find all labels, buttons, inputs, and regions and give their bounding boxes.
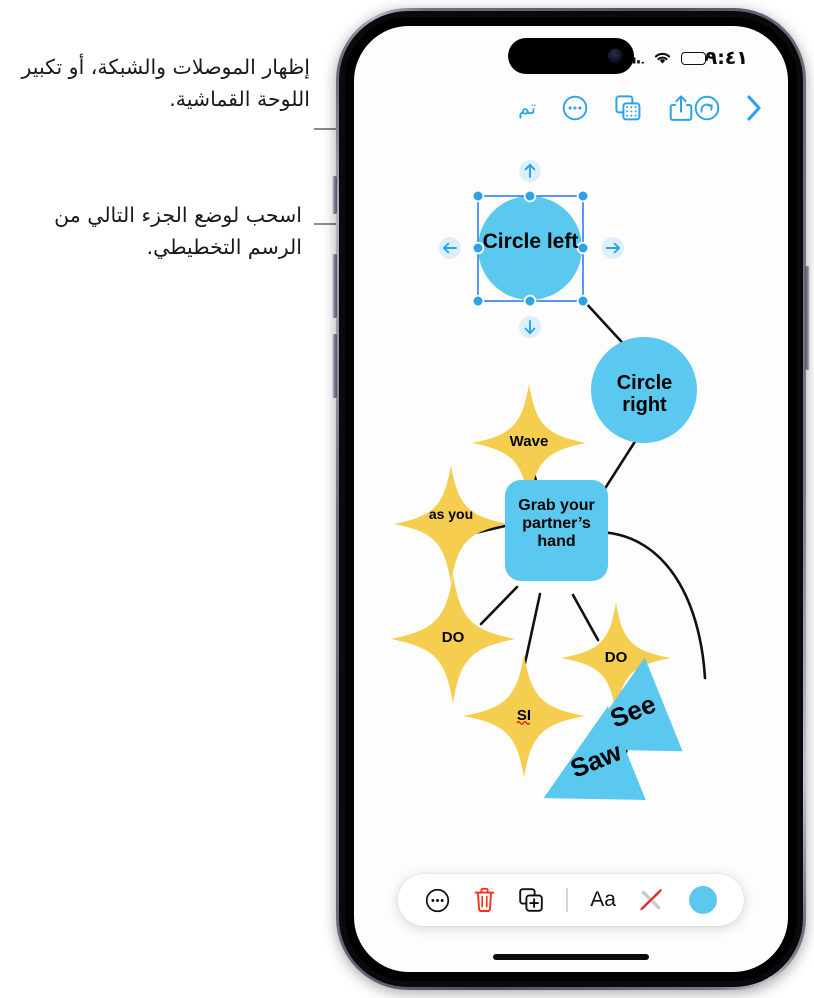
toolbar-left-group: تم xyxy=(518,94,694,122)
ellipsis-circle-icon xyxy=(562,95,588,121)
format-more-button[interactable] xyxy=(425,888,450,913)
iphone-device: ٩:٤١ تم Circle left Circle right Wave as… xyxy=(332,8,810,990)
shape-circle-left[interactable] xyxy=(478,196,582,300)
status-bar-clock: ٩:٤١ xyxy=(705,47,748,69)
nudge-button-down[interactable] xyxy=(519,316,541,338)
freeform-canvas[interactable]: Circle left Circle right Wave as you Gra… xyxy=(354,132,788,972)
nudge-button-right[interactable] xyxy=(602,237,624,259)
handle-top-right xyxy=(576,189,590,203)
chevron-right-icon xyxy=(747,95,761,121)
shape-circle-right[interactable] xyxy=(591,337,697,443)
wifi-icon xyxy=(654,52,670,64)
more-button[interactable] xyxy=(562,95,588,121)
color-swatch xyxy=(688,886,717,914)
shape-star-as-you[interactable] xyxy=(394,465,508,583)
annotation-layer: إظهار الموصلات والشبكة، أو تكبير اللوحة … xyxy=(0,0,491,998)
share-icon xyxy=(669,95,693,121)
redo-icon xyxy=(694,95,720,121)
handle-middle-right xyxy=(576,241,590,255)
trash-icon xyxy=(474,887,494,912)
diagram-svg xyxy=(391,160,707,800)
canvas-grid-button[interactable] xyxy=(614,94,642,122)
duplicate-button[interactable] xyxy=(518,887,544,913)
shape-star-do-left[interactable] xyxy=(391,574,515,704)
toolbar-divider xyxy=(566,888,568,912)
volume-up-button[interactable] xyxy=(332,254,337,318)
pen-strikethrough-icon xyxy=(640,889,663,911)
text-style-button[interactable]: Aa xyxy=(590,888,616,912)
power-button[interactable] xyxy=(805,266,810,370)
nudge-button-left[interactable] xyxy=(439,237,461,259)
forward-button[interactable] xyxy=(744,93,764,123)
duplicate-icon xyxy=(519,888,543,912)
app-toolbar: تم xyxy=(354,84,788,132)
shape-rect-grab[interactable] xyxy=(505,480,608,581)
action-button[interactable] xyxy=(332,176,337,214)
toolbar-right-group xyxy=(694,93,764,123)
callout-text-grid: إظهار الموصلات والشبكة، أو تكبير اللوحة … xyxy=(21,55,310,111)
front-camera-icon xyxy=(608,48,623,64)
callout-text-drag: اسحب لوضع الجزء التالي من الرسم التخطيطي… xyxy=(54,203,302,259)
handle-bottom-right xyxy=(576,294,590,308)
ellipsis-circle-icon xyxy=(426,888,450,912)
delete-button[interactable] xyxy=(473,887,496,913)
connector-doleft-grab xyxy=(479,585,519,626)
handle-bottom-left xyxy=(471,294,485,308)
format-toolbar: Aa xyxy=(398,874,744,926)
nudge-button-up[interactable] xyxy=(519,160,541,182)
battery-icon xyxy=(680,51,709,65)
handle-middle-left xyxy=(471,241,485,255)
handle-top-center xyxy=(523,189,537,203)
done-button[interactable]: تم xyxy=(518,97,536,119)
dynamic-island xyxy=(508,38,634,74)
connector-doright-grab xyxy=(571,593,600,642)
handle-top-left xyxy=(471,189,485,203)
shape-star-si[interactable] xyxy=(463,654,585,778)
home-indicator[interactable] xyxy=(493,954,649,960)
canvas-grid-icon xyxy=(615,95,641,121)
status-bar: ٩:٤١ xyxy=(354,26,788,84)
redo-button[interactable] xyxy=(694,95,720,121)
volume-down-button[interactable] xyxy=(332,334,337,398)
color-button[interactable] xyxy=(688,886,717,914)
status-bar-indicators xyxy=(623,51,709,65)
share-button[interactable] xyxy=(668,94,694,122)
outline-style-button[interactable] xyxy=(638,887,666,913)
device-screen: ٩:٤١ تم Circle left Circle right Wave as… xyxy=(354,26,788,972)
handle-bottom-center xyxy=(523,294,537,308)
